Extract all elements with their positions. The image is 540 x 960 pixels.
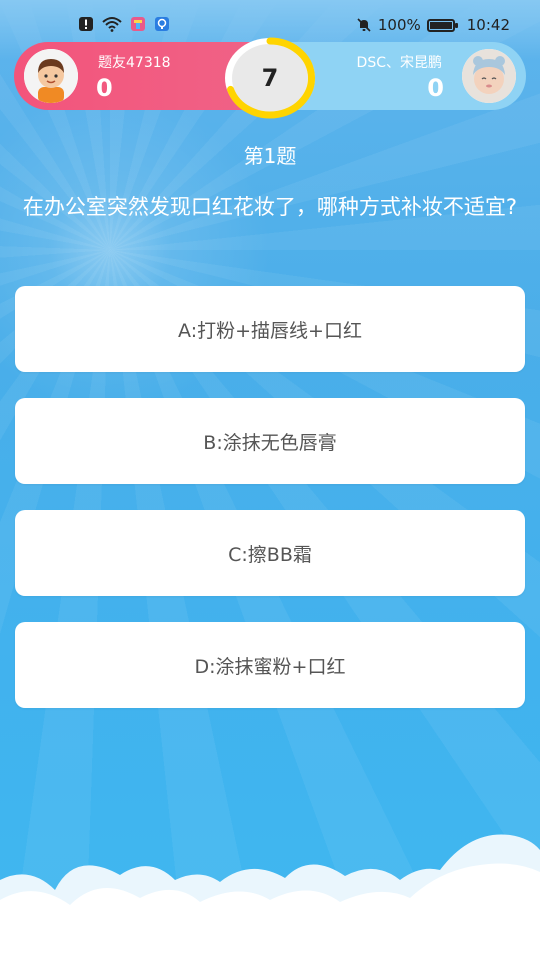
baby-avatar-icon [462, 49, 516, 103]
countdown-timer: 7 [222, 36, 318, 120]
score-header: 题友47318 0 DSC、宋昆鹏 0 7 [14, 37, 526, 119]
option-a-label: A:打粉+描唇线+口红 [178, 319, 362, 342]
battery-icon [426, 18, 458, 32]
option-b-label: B:涂抹无色唇膏 [203, 431, 337, 454]
boy-avatar[interactable] [24, 49, 78, 103]
player-right-score: 0 [427, 74, 444, 102]
alert-icon [79, 17, 93, 31]
option-d-label: D:涂抹蜜粉+口红 [194, 655, 346, 678]
timer-value: 7 [261, 64, 279, 92]
player-left-score: 0 [96, 74, 113, 102]
shield-icon [155, 17, 169, 31]
cloud-decoration [0, 834, 540, 960]
clock-time: 10:42 [466, 16, 510, 34]
option-b-button[interactable]: B:涂抹无色唇膏 [15, 398, 525, 484]
option-d-button[interactable]: D:涂抹蜜粉+口红 [15, 622, 525, 708]
baby-avatar[interactable] [462, 49, 516, 103]
player-left-name: 题友47318 [98, 55, 171, 71]
wifi-icon [102, 17, 122, 32]
mute-bell-icon [357, 18, 371, 32]
player-right-name: DSC、宋昆鹏 [356, 55, 442, 71]
battery-fill [429, 21, 452, 29]
question-number: 第1题 [243, 144, 297, 168]
option-c-label: C:擦BB霜 [228, 543, 312, 566]
boy-avatar-icon [24, 49, 78, 103]
app-badge-icon [131, 17, 145, 31]
option-a-button[interactable]: A:打粉+描唇线+口红 [15, 286, 525, 372]
question-text: 在办公室突然发现口红花妆了，哪种方式补妆不适宜? [22, 195, 518, 219]
battery-percent: 100% [377, 16, 421, 34]
option-c-button[interactable]: C:擦BB霜 [15, 510, 525, 596]
